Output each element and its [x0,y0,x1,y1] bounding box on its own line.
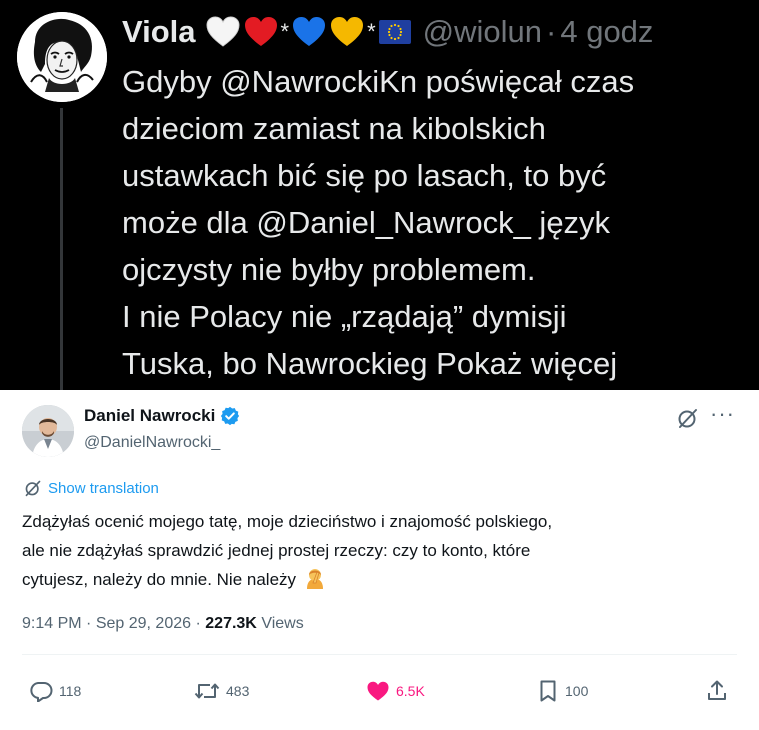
meta-separator: · [546,14,557,49]
divider [22,654,737,655]
text-line: ojczysty nie byłby problemem. [122,252,536,287]
text-line: ale nie zdążyłaś sprawdzić jednej proste… [22,541,531,560]
author-handle[interactable]: @wiolun [423,10,542,54]
like-button[interactable]: 6.5K [366,678,425,704]
quoted-tweet[interactable]: Viola * * @wiolun · 4 godz Gdyby @Nawroc… [0,0,759,390]
red-heart-icon [244,17,277,46]
post-date[interactable]: Sep 29, 2026 [96,615,191,632]
meta-separator: · [195,615,201,632]
text-line: I nie Polacy nie „rządają” dymisji [122,299,567,334]
white-heart-icon [206,16,240,47]
share-button[interactable] [705,678,735,704]
reply-button[interactable]: 118 [29,678,81,704]
text-line: dzieciom zamiast na kibolskich [122,111,546,146]
bookmark-icon [540,680,556,702]
reply-author-handle[interactable]: @DanielNawrocki_ [84,434,220,452]
text-line: ustawkach bić się po lasach, to być [122,158,607,193]
name-emoji-row: * * [206,10,415,54]
text-line: może dla @Daniel_Nawrock_ język [122,205,611,240]
daniel-avatar[interactable] [22,405,74,457]
show-translation-link[interactable]: Show translation [24,479,159,497]
text-line-last: Tuska, bo Nawrockieg Pokaż więcej [122,340,752,387]
text-line-last: cytujesz, należy do mnie. Nie należy [22,565,742,594]
post-meta: 9:14 PM · Sep 29, 2026 · 227.3K Views [22,615,304,633]
verified-badge-icon [221,406,240,426]
reply-author-name[interactable]: Daniel Nawrocki [84,406,215,426]
viola-avatar[interactable] [17,12,107,102]
more-options-icon[interactable]: ··· [710,403,735,425]
reply-tweet: Daniel Nawrocki @DanielNawrocki_ ··· Sho… [0,390,759,730]
post-time[interactable]: 4 godz [560,10,653,54]
show-more-link[interactable]: Pokaż więcej [436,346,617,381]
quoted-tweet-text: Gdyby @NawrockiKn poświęcał czas dziecio… [122,58,752,387]
star-superscript-icon: * [367,19,376,44]
reply-tweet-text: Zdążyłaś ocenić mojego tatę, moje dzieci… [22,507,742,594]
text-line: Zdążyłaś ocenić mojego tatę, moje dzieci… [22,512,553,531]
views-label: Views [261,615,304,632]
action-bar: 118 483 6.5K 100 [0,678,759,704]
quoted-tweet-header: Viola * * @wiolun · 4 godz [122,10,653,54]
blue-heart-icon [293,17,326,46]
text-line-tail: Tuska, bo Nawrockieg [122,346,428,381]
author-name[interactable]: Viola [122,10,196,54]
text-line: Gdyby @NawrockiKn poświęcał czas [122,64,635,99]
thread-line [60,108,63,390]
show-translation-label: Show translation [48,479,159,497]
heart-filled-icon [367,681,389,701]
post-time[interactable]: 9:14 PM [22,615,82,632]
share-icon [708,680,726,700]
views-count: 227.3K [205,615,257,632]
retweet-button[interactable]: 483 [194,678,249,704]
grok-icon[interactable] [677,407,699,429]
reply-icon [30,682,53,702]
retweet-count: 483 [226,683,250,699]
reply-author-row: Daniel Nawrocki [84,406,240,426]
eu-flag-icon [378,20,411,44]
bookmark-count: 100 [565,683,589,699]
retweet-icon [194,683,220,699]
text-line-tail: cytujesz, należy do mnie. Nie należy [22,570,297,589]
yellow-heart-icon [331,17,364,46]
bookmark-button[interactable]: 100 [537,678,588,704]
grok-translate-icon [25,480,41,497]
person-facepalming-icon [306,569,323,589]
reply-count: 118 [59,683,82,699]
meta-separator: · [86,615,92,632]
star-superscript-icon: * [280,19,290,44]
like-count: 6.5K [396,683,425,699]
